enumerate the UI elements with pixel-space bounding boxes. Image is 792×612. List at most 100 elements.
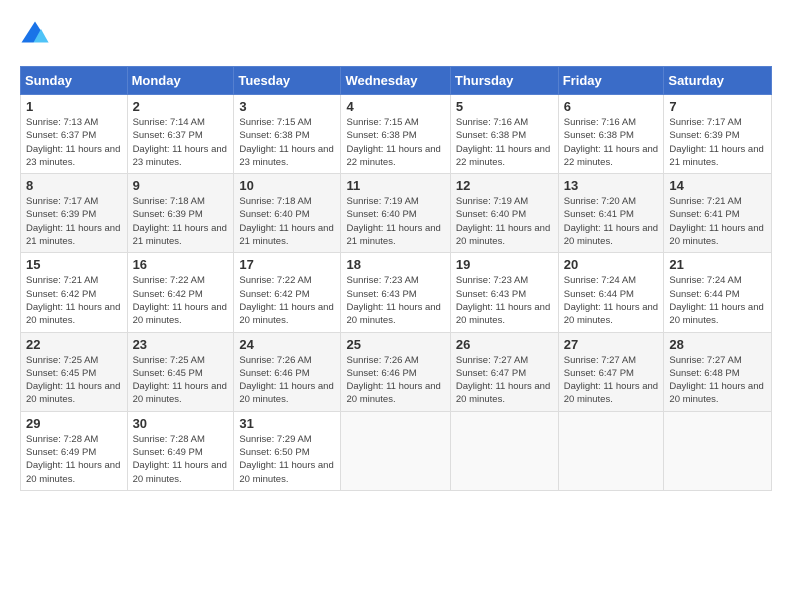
day-info: Sunrise: 7:19 AM Sunset: 6:40 PM Dayligh…	[346, 195, 444, 248]
calendar-cell: 24 Sunrise: 7:26 AM Sunset: 6:46 PM Dayl…	[234, 332, 341, 411]
calendar-cell: 27 Sunrise: 7:27 AM Sunset: 6:47 PM Dayl…	[558, 332, 664, 411]
day-number: 16	[133, 257, 229, 272]
day-info: Sunrise: 7:14 AM Sunset: 6:37 PM Dayligh…	[133, 116, 229, 169]
calendar-cell: 23 Sunrise: 7:25 AM Sunset: 6:45 PM Dayl…	[127, 332, 234, 411]
calendar-cell	[558, 411, 664, 490]
day-of-week-header: Wednesday	[341, 67, 450, 95]
day-number: 13	[564, 178, 659, 193]
day-info: Sunrise: 7:26 AM Sunset: 6:46 PM Dayligh…	[346, 354, 444, 407]
calendar-cell: 1 Sunrise: 7:13 AM Sunset: 6:37 PM Dayli…	[21, 95, 128, 174]
calendar-cell: 14 Sunrise: 7:21 AM Sunset: 6:41 PM Dayl…	[664, 174, 772, 253]
day-info: Sunrise: 7:28 AM Sunset: 6:49 PM Dayligh…	[26, 433, 122, 486]
day-info: Sunrise: 7:27 AM Sunset: 6:47 PM Dayligh…	[456, 354, 553, 407]
calendar-cell	[664, 411, 772, 490]
day-number: 27	[564, 337, 659, 352]
day-info: Sunrise: 7:25 AM Sunset: 6:45 PM Dayligh…	[26, 354, 122, 407]
day-number: 28	[669, 337, 766, 352]
day-number: 15	[26, 257, 122, 272]
logo-icon	[20, 20, 50, 50]
day-number: 23	[133, 337, 229, 352]
calendar-week-row: 22 Sunrise: 7:25 AM Sunset: 6:45 PM Dayl…	[21, 332, 772, 411]
day-number: 29	[26, 416, 122, 431]
day-info: Sunrise: 7:17 AM Sunset: 6:39 PM Dayligh…	[669, 116, 766, 169]
day-number: 3	[239, 99, 335, 114]
logo	[20, 20, 54, 50]
day-info: Sunrise: 7:22 AM Sunset: 6:42 PM Dayligh…	[239, 274, 335, 327]
calendar-cell: 18 Sunrise: 7:23 AM Sunset: 6:43 PM Dayl…	[341, 253, 450, 332]
day-of-week-header: Friday	[558, 67, 664, 95]
day-number: 9	[133, 178, 229, 193]
day-info: Sunrise: 7:18 AM Sunset: 6:40 PM Dayligh…	[239, 195, 335, 248]
day-info: Sunrise: 7:21 AM Sunset: 6:42 PM Dayligh…	[26, 274, 122, 327]
day-number: 21	[669, 257, 766, 272]
day-number: 31	[239, 416, 335, 431]
day-info: Sunrise: 7:25 AM Sunset: 6:45 PM Dayligh…	[133, 354, 229, 407]
day-info: Sunrise: 7:16 AM Sunset: 6:38 PM Dayligh…	[564, 116, 659, 169]
day-info: Sunrise: 7:22 AM Sunset: 6:42 PM Dayligh…	[133, 274, 229, 327]
day-number: 26	[456, 337, 553, 352]
day-info: Sunrise: 7:23 AM Sunset: 6:43 PM Dayligh…	[346, 274, 444, 327]
day-info: Sunrise: 7:27 AM Sunset: 6:47 PM Dayligh…	[564, 354, 659, 407]
day-info: Sunrise: 7:29 AM Sunset: 6:50 PM Dayligh…	[239, 433, 335, 486]
day-info: Sunrise: 7:19 AM Sunset: 6:40 PM Dayligh…	[456, 195, 553, 248]
calendar-cell: 15 Sunrise: 7:21 AM Sunset: 6:42 PM Dayl…	[21, 253, 128, 332]
day-of-week-header: Monday	[127, 67, 234, 95]
calendar-cell: 6 Sunrise: 7:16 AM Sunset: 6:38 PM Dayli…	[558, 95, 664, 174]
calendar-cell: 16 Sunrise: 7:22 AM Sunset: 6:42 PM Dayl…	[127, 253, 234, 332]
calendar-table: SundayMondayTuesdayWednesdayThursdayFrid…	[20, 66, 772, 491]
calendar-cell: 28 Sunrise: 7:27 AM Sunset: 6:48 PM Dayl…	[664, 332, 772, 411]
calendar-week-row: 15 Sunrise: 7:21 AM Sunset: 6:42 PM Dayl…	[21, 253, 772, 332]
calendar-cell: 21 Sunrise: 7:24 AM Sunset: 6:44 PM Dayl…	[664, 253, 772, 332]
calendar-cell: 2 Sunrise: 7:14 AM Sunset: 6:37 PM Dayli…	[127, 95, 234, 174]
day-number: 7	[669, 99, 766, 114]
calendar-cell: 31 Sunrise: 7:29 AM Sunset: 6:50 PM Dayl…	[234, 411, 341, 490]
calendar-cell: 17 Sunrise: 7:22 AM Sunset: 6:42 PM Dayl…	[234, 253, 341, 332]
day-number: 14	[669, 178, 766, 193]
day-number: 8	[26, 178, 122, 193]
calendar-cell: 11 Sunrise: 7:19 AM Sunset: 6:40 PM Dayl…	[341, 174, 450, 253]
calendar-cell: 25 Sunrise: 7:26 AM Sunset: 6:46 PM Dayl…	[341, 332, 450, 411]
day-number: 19	[456, 257, 553, 272]
day-number: 4	[346, 99, 444, 114]
calendar-cell: 13 Sunrise: 7:20 AM Sunset: 6:41 PM Dayl…	[558, 174, 664, 253]
day-info: Sunrise: 7:24 AM Sunset: 6:44 PM Dayligh…	[669, 274, 766, 327]
day-number: 17	[239, 257, 335, 272]
calendar-cell: 19 Sunrise: 7:23 AM Sunset: 6:43 PM Dayl…	[450, 253, 558, 332]
calendar-cell: 20 Sunrise: 7:24 AM Sunset: 6:44 PM Dayl…	[558, 253, 664, 332]
day-number: 11	[346, 178, 444, 193]
day-number: 30	[133, 416, 229, 431]
day-info: Sunrise: 7:21 AM Sunset: 6:41 PM Dayligh…	[669, 195, 766, 248]
day-info: Sunrise: 7:16 AM Sunset: 6:38 PM Dayligh…	[456, 116, 553, 169]
day-number: 10	[239, 178, 335, 193]
day-number: 18	[346, 257, 444, 272]
calendar-cell: 30 Sunrise: 7:28 AM Sunset: 6:49 PM Dayl…	[127, 411, 234, 490]
day-info: Sunrise: 7:28 AM Sunset: 6:49 PM Dayligh…	[133, 433, 229, 486]
calendar-cell: 26 Sunrise: 7:27 AM Sunset: 6:47 PM Dayl…	[450, 332, 558, 411]
day-of-week-header: Tuesday	[234, 67, 341, 95]
calendar-cell	[341, 411, 450, 490]
day-info: Sunrise: 7:27 AM Sunset: 6:48 PM Dayligh…	[669, 354, 766, 407]
day-number: 24	[239, 337, 335, 352]
day-of-week-header: Saturday	[664, 67, 772, 95]
day-number: 25	[346, 337, 444, 352]
calendar-cell: 8 Sunrise: 7:17 AM Sunset: 6:39 PM Dayli…	[21, 174, 128, 253]
day-number: 22	[26, 337, 122, 352]
calendar-cell: 22 Sunrise: 7:25 AM Sunset: 6:45 PM Dayl…	[21, 332, 128, 411]
day-info: Sunrise: 7:18 AM Sunset: 6:39 PM Dayligh…	[133, 195, 229, 248]
calendar-week-row: 8 Sunrise: 7:17 AM Sunset: 6:39 PM Dayli…	[21, 174, 772, 253]
day-info: Sunrise: 7:20 AM Sunset: 6:41 PM Dayligh…	[564, 195, 659, 248]
calendar-cell: 12 Sunrise: 7:19 AM Sunset: 6:40 PM Dayl…	[450, 174, 558, 253]
day-info: Sunrise: 7:15 AM Sunset: 6:38 PM Dayligh…	[239, 116, 335, 169]
calendar-week-row: 1 Sunrise: 7:13 AM Sunset: 6:37 PM Dayli…	[21, 95, 772, 174]
day-number: 12	[456, 178, 553, 193]
day-of-week-header: Sunday	[21, 67, 128, 95]
day-number: 1	[26, 99, 122, 114]
calendar-cell: 9 Sunrise: 7:18 AM Sunset: 6:39 PM Dayli…	[127, 174, 234, 253]
day-info: Sunrise: 7:13 AM Sunset: 6:37 PM Dayligh…	[26, 116, 122, 169]
calendar-cell	[450, 411, 558, 490]
day-number: 6	[564, 99, 659, 114]
calendar-week-row: 29 Sunrise: 7:28 AM Sunset: 6:49 PM Dayl…	[21, 411, 772, 490]
day-info: Sunrise: 7:15 AM Sunset: 6:38 PM Dayligh…	[346, 116, 444, 169]
page-header	[20, 20, 772, 50]
calendar-cell: 5 Sunrise: 7:16 AM Sunset: 6:38 PM Dayli…	[450, 95, 558, 174]
